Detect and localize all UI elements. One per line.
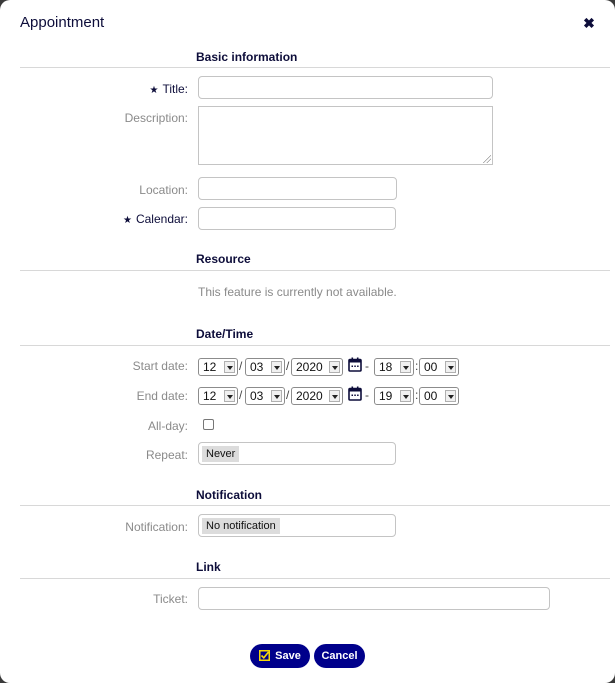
save-button[interactable]: Save <box>250 644 310 668</box>
end-minute-value: 00 <box>424 389 438 403</box>
dropdown-arrow-icon <box>445 361 456 373</box>
date-separator: / <box>239 359 243 373</box>
end-date-label: End date: <box>136 389 188 403</box>
section-resource: Resource <box>196 252 251 266</box>
date-separator: / <box>239 388 243 402</box>
all-day-checkbox[interactable] <box>203 419 214 430</box>
time-separator: : <box>415 359 419 373</box>
calendar-icon[interactable] <box>348 386 362 401</box>
date-separator: / <box>286 388 290 402</box>
divider <box>20 505 610 506</box>
section-notification: Notification <box>196 488 262 502</box>
dropdown-arrow-icon <box>271 361 282 373</box>
dropdown-arrow-icon <box>224 361 235 373</box>
range-separator: - <box>365 359 369 373</box>
end-month-value: 12 <box>203 389 217 403</box>
location-label: Location: <box>139 183 188 197</box>
end-year-value: 2020 <box>296 389 323 403</box>
divider <box>20 578 610 579</box>
section-link: Link <box>196 560 221 574</box>
start-minute-value: 00 <box>424 360 438 374</box>
dropdown-arrow-icon <box>400 361 411 373</box>
dropdown-arrow-icon <box>329 361 340 373</box>
calendar-icon[interactable] <box>348 357 362 372</box>
end-year-select[interactable]: 2020 <box>291 387 343 405</box>
ticket-input[interactable] <box>198 587 550 610</box>
location-input[interactable] <box>198 177 397 200</box>
start-hour-select[interactable]: 18 <box>374 358 414 376</box>
repeat-label: Repeat: <box>145 448 188 462</box>
dropdown-arrow-icon <box>329 390 340 402</box>
range-separator: - <box>365 388 369 402</box>
description-textarea[interactable] <box>198 106 493 165</box>
save-label: Save <box>275 650 301 662</box>
notification-label: Notification: <box>125 520 188 534</box>
date-separator: / <box>286 359 290 373</box>
end-hour-select[interactable]: 19 <box>374 387 414 405</box>
time-separator: : <box>415 388 419 402</box>
all-day-label: All-day: <box>147 419 188 433</box>
start-day-value: 03 <box>250 360 264 374</box>
title-label: ★ Title: <box>149 82 188 96</box>
calendar-label: ★ Calendar: <box>123 212 188 226</box>
notification-select[interactable]: No notification <box>198 514 396 537</box>
dropdown-arrow-icon <box>224 390 235 402</box>
start-minute-select[interactable]: 00 <box>419 358 459 376</box>
divider <box>20 67 610 68</box>
divider <box>20 270 610 271</box>
repeat-value: Never <box>202 446 240 462</box>
required-star-icon: ★ <box>123 215 132 226</box>
divider <box>20 345 610 346</box>
section-basic-information: Basic information <box>196 50 298 64</box>
title-label-text: Title: <box>162 82 188 96</box>
start-day-select[interactable]: 03 <box>245 358 285 376</box>
cancel-button[interactable]: Cancel <box>314 644 365 668</box>
dropdown-arrow-icon <box>445 390 456 402</box>
start-year-select[interactable]: 2020 <box>291 358 343 376</box>
end-day-select[interactable]: 03 <box>245 387 285 405</box>
calendar-select[interactable] <box>198 207 396 230</box>
ticket-label: Ticket: <box>153 592 188 606</box>
start-month-value: 12 <box>203 360 217 374</box>
dialog-title: Appointment <box>20 14 105 31</box>
dropdown-arrow-icon <box>400 390 411 402</box>
section-date-time: Date/Time <box>196 327 254 341</box>
end-month-select[interactable]: 12 <box>198 387 238 405</box>
description-label: Description: <box>124 111 188 125</box>
resource-unavailable-note: This feature is currently not available. <box>198 285 397 299</box>
repeat-select[interactable]: Never <box>198 442 396 465</box>
start-year-value: 2020 <box>296 360 323 374</box>
appointment-dialog: Appointment ✖ Basic information ★ Title: … <box>0 0 615 683</box>
notification-value: No notification <box>202 518 280 534</box>
end-hour-value: 19 <box>379 389 393 403</box>
calendar-label-text: Calendar: <box>135 212 188 226</box>
checkbox-check-icon <box>259 650 271 661</box>
end-day-value: 03 <box>250 389 264 403</box>
start-date-label: Start date: <box>132 359 188 373</box>
close-icon[interactable]: ✖ <box>582 16 596 30</box>
resize-grip-icon[interactable] <box>483 155 491 163</box>
title-input[interactable] <box>198 76 493 99</box>
required-star-icon: ★ <box>149 85 159 96</box>
dropdown-arrow-icon <box>271 390 282 402</box>
start-month-select[interactable]: 12 <box>198 358 238 376</box>
end-minute-select[interactable]: 00 <box>419 387 459 405</box>
start-hour-value: 18 <box>379 360 393 374</box>
